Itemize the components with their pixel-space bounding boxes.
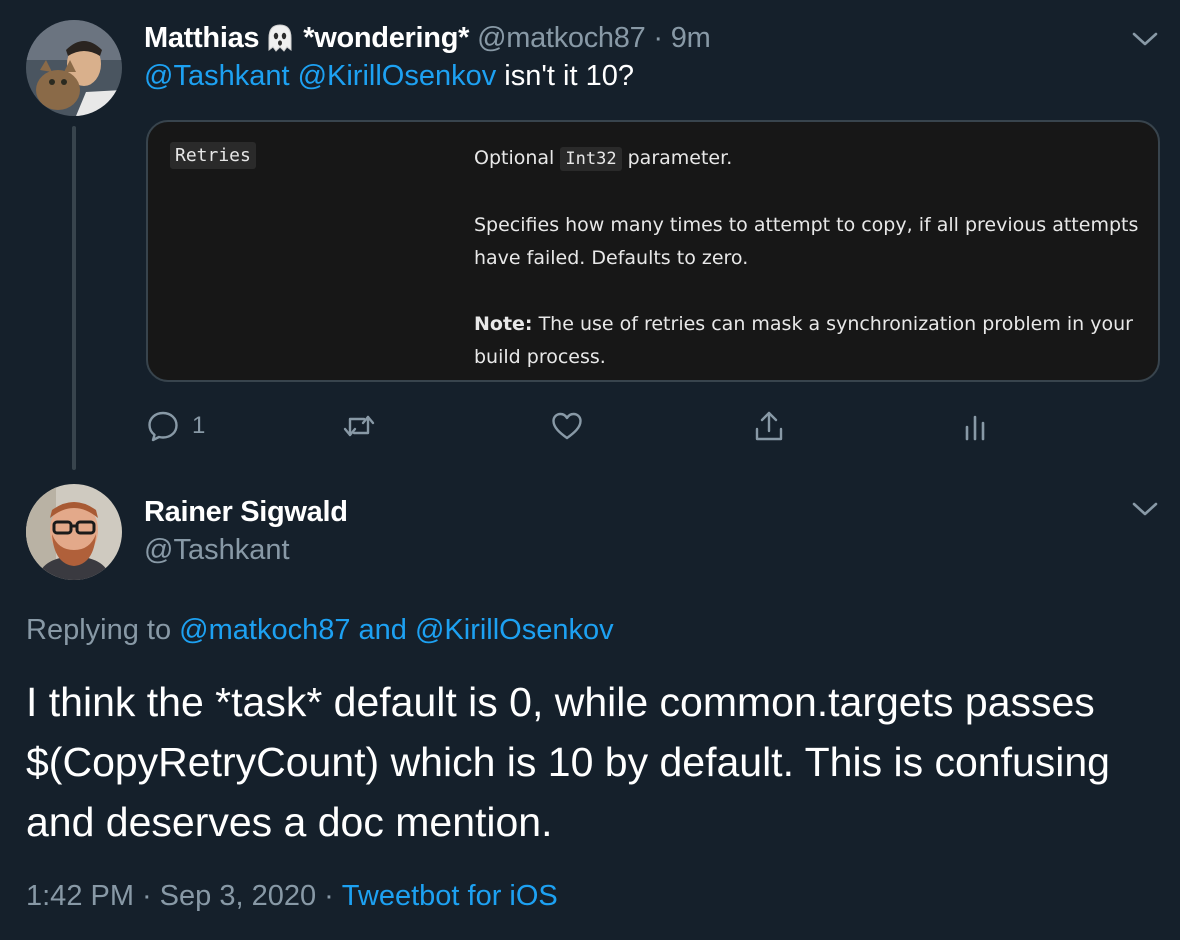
mention-kirillosenkov[interactable]: @KirillOsenkov: [298, 60, 497, 92]
chevron-down-icon[interactable]: [1132, 30, 1158, 48]
analytics-button[interactable]: [958, 404, 992, 448]
share-icon: [752, 409, 786, 443]
tweet-actions: 1: [146, 404, 1006, 448]
share-button[interactable]: [752, 404, 786, 448]
param-type-suffix: parameter.: [627, 147, 733, 169]
tweet-matthias[interactable]: Matthias *wondering* @matkoch87 · 9m @Ta…: [0, 0, 1180, 470]
tweet-header: Matthias *wondering* @matkoch87 · 9m: [144, 18, 711, 58]
param-description: Optional Int32 parameter. Specifies how …: [474, 142, 1154, 374]
replying-to: Replying to @matkoch87 and @KirillOsenko…: [26, 614, 614, 647]
param-type-line: Optional Int32 parameter.: [474, 142, 1154, 176]
heart-icon: [550, 409, 584, 443]
replying-and[interactable]: and: [359, 614, 407, 646]
chevron-down-icon[interactable]: [1132, 500, 1158, 518]
param-note: Note: The use of retries can mask a sync…: [474, 308, 1154, 374]
retweet-button[interactable]: [342, 404, 376, 448]
tweet-rainer[interactable]: Rainer Sigwald @Tashkant Replying to @ma…: [0, 470, 1180, 940]
tweet-text: @Tashkant @KirillOsenkov isn't it 10?: [144, 60, 634, 93]
mention-tashkant[interactable]: @Tashkant: [144, 60, 290, 92]
author-name[interactable]: Rainer Sigwald: [144, 496, 348, 529]
tweet-source-link[interactable]: Tweetbot for iOS: [342, 880, 558, 912]
author-name[interactable]: Matthias: [144, 22, 260, 55]
tweet-meta: 1:42 PM · Sep 3, 2020 · Tweetbot for iOS: [26, 880, 558, 913]
reply-icon: [146, 409, 180, 443]
separator: ·: [653, 21, 663, 54]
author-handle[interactable]: @Tashkant: [144, 534, 290, 567]
separator: ·: [324, 880, 334, 912]
author-handle[interactable]: @matkoch87: [477, 22, 646, 55]
mention-matkoch87[interactable]: @matkoch87: [179, 614, 350, 646]
param-explanation: Specifies how many times to attempt to c…: [474, 214, 1139, 269]
reply-button[interactable]: 1: [146, 404, 205, 448]
avatar[interactable]: [26, 20, 122, 116]
replying-prefix: Replying to: [26, 614, 172, 646]
param-type-code: Int32: [560, 147, 622, 171]
note-label: Note:: [474, 313, 533, 335]
tweet-date[interactable]: Sep 3, 2020: [160, 880, 316, 912]
separator: ·: [142, 880, 152, 912]
tweet-text-body: isn't it 10?: [504, 60, 634, 92]
avatar[interactable]: [26, 484, 122, 580]
analytics-icon: [958, 409, 992, 443]
mention-kirillosenkov[interactable]: @KirillOsenkov: [415, 614, 614, 646]
tweet-time[interactable]: 1:42 PM: [26, 880, 134, 912]
attached-image[interactable]: Retries Optional Int32 parameter. Specif…: [146, 120, 1160, 382]
ghost-icon: [265, 22, 295, 54]
like-button[interactable]: [550, 404, 584, 448]
param-type-prefix: Optional: [474, 147, 555, 169]
reply-count: 1: [192, 412, 206, 439]
note-text: The use of retries can mask a synchroniz…: [474, 313, 1133, 368]
param-name: Retries: [170, 142, 256, 169]
tweet-text: I think the *task* default is 0, while c…: [26, 679, 1110, 845]
thread-line: [72, 126, 76, 470]
author-status: *wondering*: [303, 21, 470, 54]
timestamp[interactable]: 9m: [671, 22, 711, 55]
retweet-icon: [342, 409, 376, 443]
